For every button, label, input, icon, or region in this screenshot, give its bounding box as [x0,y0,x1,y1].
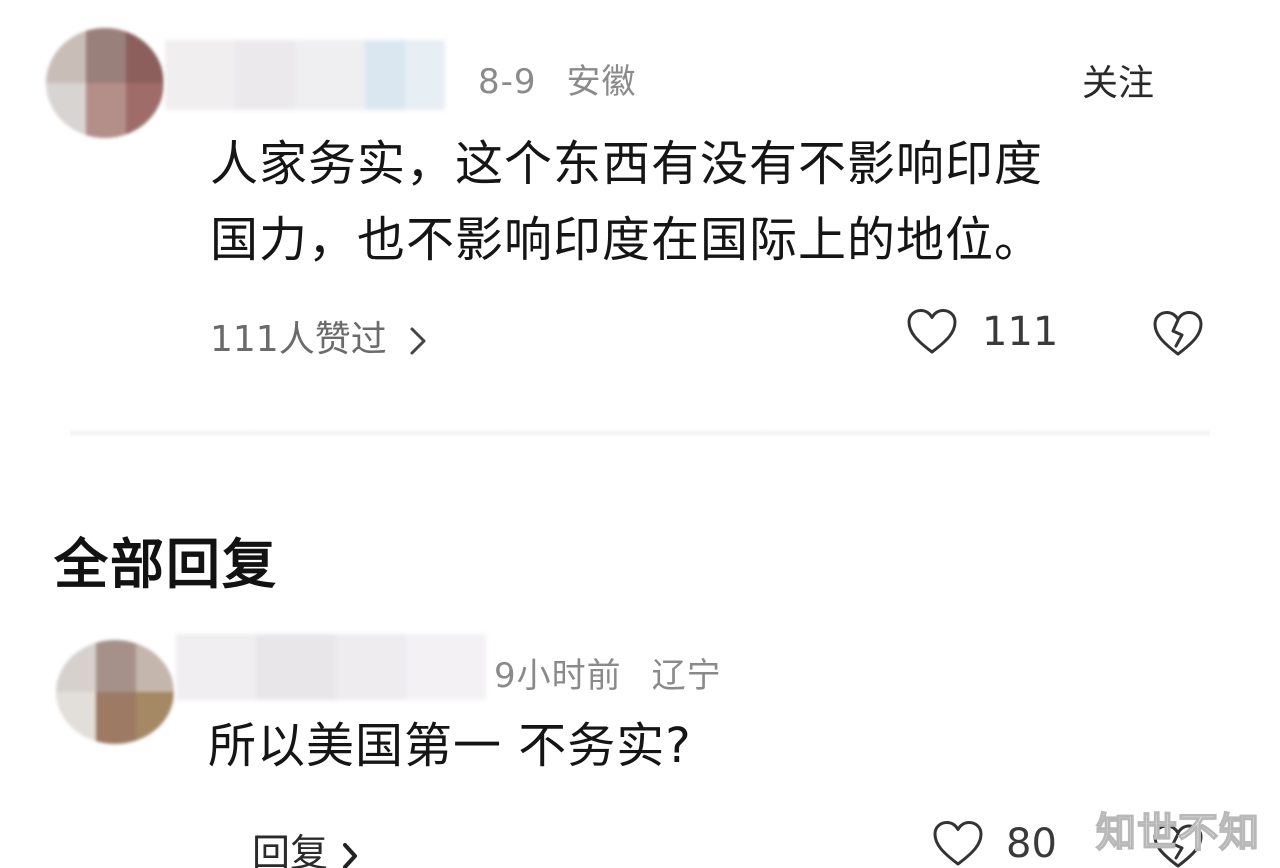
section-divider [70,428,1210,438]
reply-location: 辽宁 [651,656,722,696]
comment-date: 8-9 [478,62,537,102]
replies-section-title: 全部回复 [54,533,278,596]
commenter-avatar[interactable] [46,28,164,138]
comment-like-count: 111 [982,309,1059,355]
comment-location: 安徽 [566,62,637,102]
reply-button[interactable]: 回复 [252,822,358,868]
follow-button[interactable]: 关注 [1082,54,1154,106]
reply-meta: 9小时前 辽宁 [494,648,722,697]
commenter-username[interactable] [165,40,445,110]
reply-button-label: 回复 [252,831,329,868]
replier-avatar[interactable] [56,640,174,744]
reply-like-group[interactable]: 80 [932,820,1057,868]
likers-label: 111人赞过 [210,319,387,360]
broken-heart-icon[interactable] [1152,310,1204,358]
heart-outline-icon[interactable] [906,308,958,356]
chevron-right-icon [342,831,358,868]
reply-text: 所以美国第一 不务实? [208,718,692,774]
reply-like-count: 80 [1006,821,1057,867]
comment-like-group[interactable]: 111 [906,308,1058,356]
chevron-right-icon [409,319,427,360]
reply-time: 9小时前 [494,656,622,696]
watermark: 知世不知 [1095,809,1260,857]
likers-link[interactable]: 111人赞过 [210,310,427,362]
comment-meta: 8-9 安徽 [478,54,637,103]
comment-text-line: 国力，也不影响印度在国际上的地位。 [210,212,1044,268]
heart-outline-icon[interactable] [932,820,984,868]
replier-username[interactable] [176,634,486,700]
comment-text-line: 人家务实，这个东西有没有不影响印度 [210,136,1044,192]
comment-text: 人家务实，这个东西有没有不影响印度 国力，也不影响印度在国际上的地位。 [210,126,1043,278]
comment-detail-page: 8-9 安徽 关注 人家务实，这个东西有没有不影响印度 国力，也不影响印度在国际上… [0,0,1280,868]
